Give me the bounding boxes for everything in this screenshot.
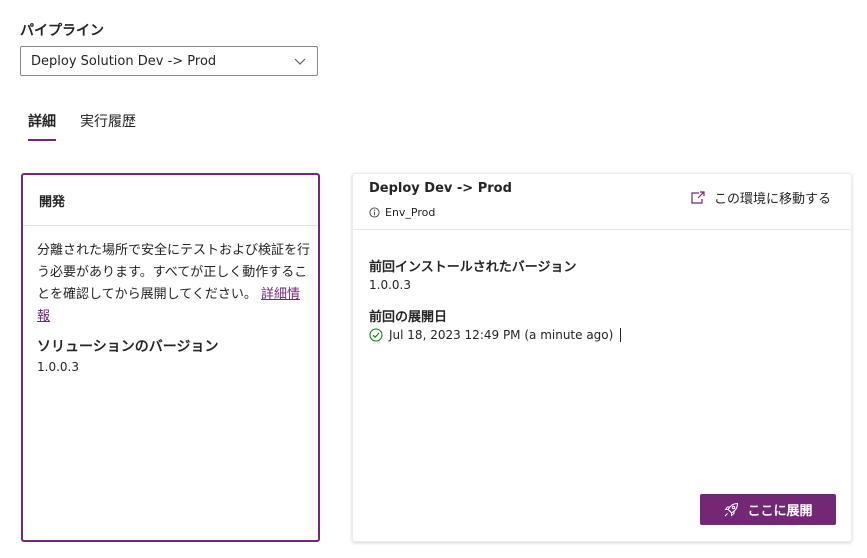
go-to-environment-link[interactable]: この環境に移動する: [690, 188, 831, 207]
solution-version-label: ソリューションのバージョン: [37, 339, 219, 355]
text-cursor: [620, 328, 622, 342]
tab-details[interactable]: 詳細: [28, 111, 56, 141]
deployment-stage-card: Deploy Dev -> Prod Env_Prod この環境に移動する 前回…: [352, 173, 852, 542]
pipeline-dropdown-value: Deploy Solution Dev -> Prod: [31, 53, 217, 69]
tab-run-history[interactable]: 実行履歴: [80, 111, 136, 141]
last-deploy-date: Jul 18, 2023 12:49 PM (a minute ago): [369, 328, 622, 342]
go-to-environment-label: この環境に移動する: [713, 192, 831, 207]
stage-card-header: Deploy Dev -> Prod Env_Prod この環境に移動する: [353, 174, 851, 230]
pipeline-label: パイプライン: [20, 23, 104, 39]
rocket-icon: [724, 502, 739, 517]
open-external-icon: [691, 190, 705, 204]
development-card-header: 開発: [23, 175, 318, 226]
stage-title: Deploy Dev -> Prod: [369, 181, 512, 196]
development-card-title: 開発: [39, 194, 66, 210]
solution-version-value: 1.0.0.3: [37, 360, 79, 374]
last-installed-version-label: 前回インストールされたバージョン: [369, 260, 577, 275]
development-card-description: 分離された場所で安全にテストおよび検証を行う必要があります。すべてが正しく動作す…: [37, 240, 311, 328]
info-icon: [369, 207, 380, 218]
tab-details-label: 詳細: [28, 114, 56, 130]
stage-environment: Env_Prod: [369, 206, 435, 219]
last-deploy-date-label: 前回の展開日: [369, 310, 448, 325]
tab-active-indicator: [28, 139, 56, 141]
deploy-here-label: ここに展開: [747, 504, 813, 519]
deploy-here-button[interactable]: ここに展開: [700, 494, 836, 525]
last-deploy-date-value: Jul 18, 2023 12:49 PM (a minute ago): [389, 328, 614, 342]
chevron-down-icon: [294, 58, 306, 65]
pipeline-dropdown[interactable]: Deploy Solution Dev -> Prod: [20, 46, 318, 76]
checkmark-circle-icon: [369, 328, 383, 342]
last-installed-version-value: 1.0.0.3: [369, 278, 411, 292]
tab-run-history-label: 実行履歴: [80, 114, 136, 130]
stage-environment-name: Env_Prod: [385, 206, 436, 219]
development-stage-card[interactable]: 開発 分離された場所で安全にテストおよび検証を行う必要があります。すべてが正しく…: [21, 173, 320, 542]
